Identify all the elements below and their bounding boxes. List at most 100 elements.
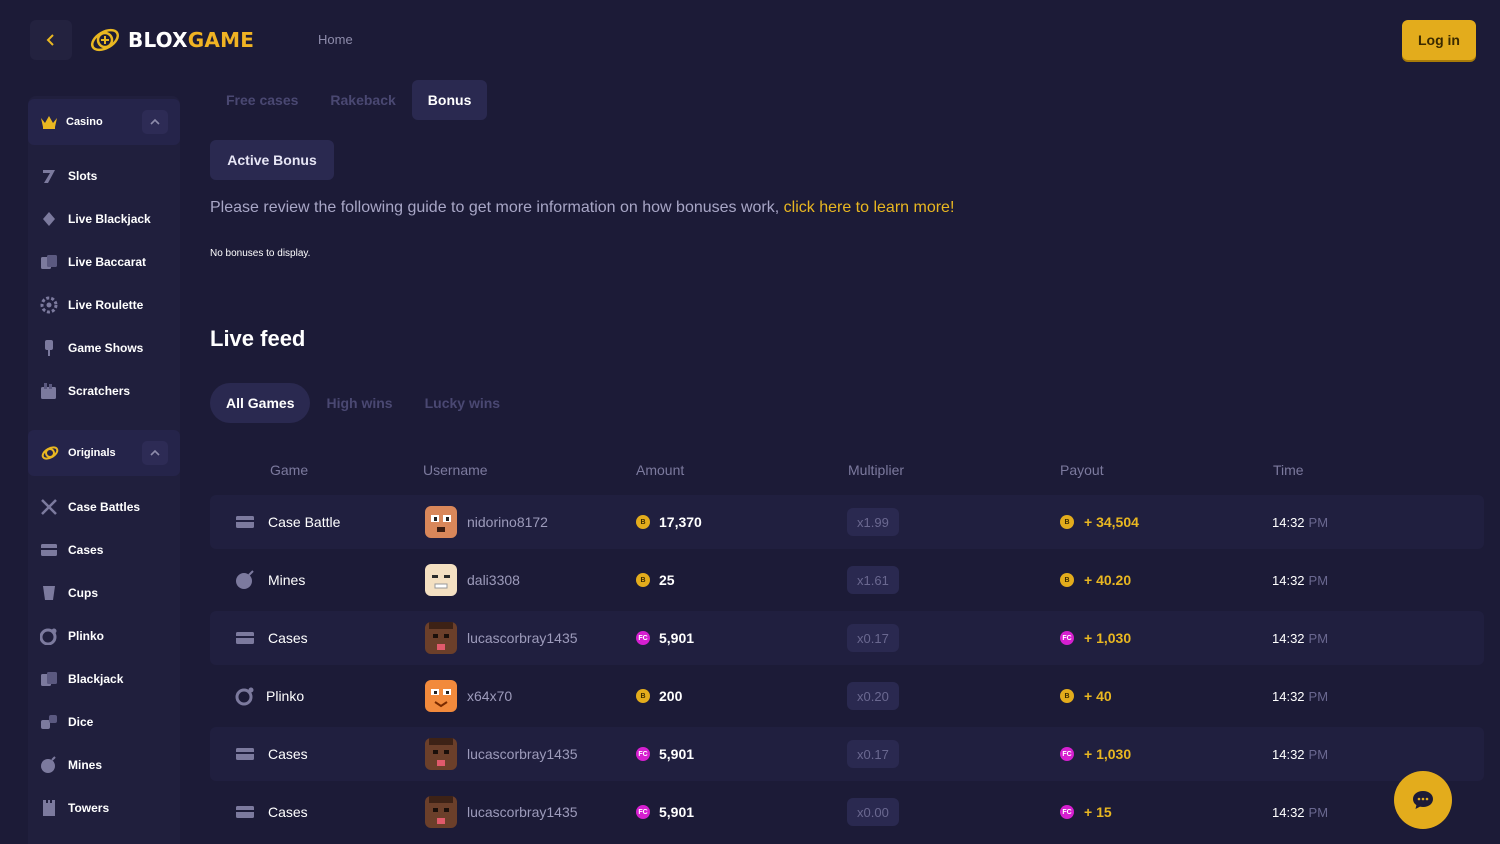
b-coin-icon: B (1060, 573, 1074, 587)
sidebar-item-live-baccarat[interactable]: Live Baccarat (28, 247, 180, 277)
sidebar-item-label: Blackjack (68, 672, 124, 686)
sidebar-group-casino[interactable]: Casino (28, 99, 180, 145)
username[interactable]: lucascorbray1435 (467, 630, 578, 646)
tab-high-wins[interactable]: High wins (310, 383, 408, 423)
tab-lucky-wins[interactable]: Lucky wins (409, 383, 516, 423)
scratch-card-icon (40, 382, 58, 400)
tab-bonus[interactable]: Bonus (411, 80, 488, 120)
sidebar-item-blackjack[interactable]: Blackjack (28, 664, 180, 694)
game-name: Case Battle (268, 514, 341, 530)
column-amount: Amount (636, 462, 685, 478)
multiplier-badge: x0.17 (847, 740, 899, 768)
logo-icon (90, 28, 120, 52)
b-coin-icon: B (636, 515, 650, 529)
table-row[interactable]: Cases lucascorbray1435 FC 5,901 x0.17 FC +… (210, 727, 1484, 781)
time-value: 14:32 (1272, 688, 1305, 704)
fc-coin-icon: FC (636, 631, 650, 645)
table-row[interactable]: Cases lucascorbray1435 FC 5,901 x0.00 FC +… (210, 785, 1484, 839)
sidebar-item-towers[interactable]: Towers (28, 793, 180, 823)
time: 14:32 PM (1272, 805, 1328, 820)
table-row[interactable]: Plinko x64x70 B 200 x0.20 B + 40 14:32 PM (210, 669, 1484, 723)
time: 14:32 PM (1272, 515, 1328, 530)
tab-free-cases[interactable]: Free cases (210, 80, 314, 120)
username[interactable]: nidorino8172 (467, 514, 548, 530)
login-button[interactable]: Log in (1402, 20, 1476, 60)
username[interactable]: lucascorbray1435 (467, 804, 578, 820)
table-row[interactable]: Mines dali3308 B 25 x1.61 B + 40.20 14:32 P… (210, 553, 1484, 607)
multiplier-badge: x0.20 (847, 682, 899, 710)
sidebar-item-label: Live Blackjack (68, 212, 151, 226)
payout: + 40.20 (1084, 572, 1132, 588)
game-name: Cases (268, 746, 308, 762)
sidebar-item-label: Case Battles (68, 500, 141, 514)
sidebar-item-mines[interactable]: Mines (28, 750, 180, 780)
sidebar-item-plinko[interactable]: Plinko (28, 621, 180, 651)
chat-button[interactable] (1394, 771, 1452, 829)
time: 14:32 PM (1272, 747, 1328, 762)
active-bonus-button[interactable]: Active Bonus (210, 140, 334, 180)
avatar (425, 564, 457, 596)
time: 14:32 PM (1272, 631, 1328, 646)
b-coin-icon: B (636, 689, 650, 703)
sidebar-item-cups[interactable]: Cups (28, 578, 180, 608)
chest-icon (234, 801, 256, 823)
sidebar-group-originals[interactable]: Originals (28, 430, 180, 476)
sidebar-item-case-battles[interactable]: Case Battles (28, 492, 180, 522)
fc-coin-icon: FC (636, 805, 650, 819)
sidebar-item-label: Slots (68, 169, 98, 183)
game-name: Cases (268, 804, 308, 820)
avatar (425, 506, 457, 538)
chest-icon (40, 541, 58, 559)
sidebar-item-label: Mines (68, 758, 103, 772)
username[interactable]: dali3308 (467, 572, 520, 588)
seven-icon (40, 167, 58, 185)
sidebar-item-label: Live Roulette (68, 298, 144, 312)
plinko-icon (40, 627, 58, 645)
game-name: Cases (268, 630, 308, 646)
sidebar-item-cases[interactable]: Cases (28, 535, 180, 565)
bloxgame-logo[interactable]: BLOXGAME (88, 22, 254, 58)
chevron-up-icon[interactable] (142, 110, 168, 134)
b-coin-icon: B (1060, 515, 1074, 529)
column-username: Username (423, 462, 488, 478)
username[interactable]: x64x70 (467, 688, 512, 704)
chat-bubble-icon (1413, 791, 1433, 809)
column-time: Time (1273, 462, 1304, 478)
amount: 25 (659, 572, 675, 588)
bomb-icon (234, 569, 256, 591)
time-ampm: PM (1308, 572, 1329, 588)
plinko-icon (234, 685, 256, 707)
sidebar-item-live-blackjack[interactable]: Live Blackjack (28, 204, 180, 234)
sidebar-item-label: Plinko (68, 629, 105, 643)
sidebar-item-dice[interactable]: Dice (28, 707, 180, 737)
sidebar-item-game-shows[interactable]: Game Shows (28, 333, 180, 363)
column-multiplier: Multiplier (848, 462, 905, 478)
amount: 200 (659, 688, 683, 704)
tower-icon (40, 799, 58, 817)
sidebar-group-label: Originals (68, 447, 116, 459)
fc-coin-icon: FC (1060, 747, 1074, 761)
table-row[interactable]: Case Battle nidorino8172 B 17,370 x1.99 B… (210, 495, 1484, 549)
table-row[interactable]: Cases lucascorbray1435 FC 5,901 x0.17 FC +… (210, 611, 1484, 665)
tab-rakeback[interactable]: Rakeback (314, 80, 411, 120)
b-coin-icon: B (636, 573, 650, 587)
game-name: Mines (268, 572, 306, 588)
chest-icon (234, 627, 256, 649)
chevron-left-icon (46, 34, 54, 46)
sidebar-item-slots[interactable]: Slots (28, 161, 180, 191)
sidebar-item-live-roulette[interactable]: Live Roulette (28, 290, 180, 320)
sidebar: Casino Slots Live Blackjack Live Baccara… (28, 96, 180, 844)
tab-all-games[interactable]: All Games (210, 383, 311, 423)
learn-more-link[interactable]: click here to learn more (784, 199, 950, 216)
sidebar-item-label: Towers (68, 801, 110, 815)
back-button[interactable] (30, 20, 72, 60)
nav-home-link[interactable]: Home (318, 32, 353, 47)
username[interactable]: lucascorbray1435 (467, 746, 578, 762)
multiplier-badge: x1.61 (847, 566, 899, 594)
chevron-up-icon[interactable] (142, 441, 168, 465)
sidebar-item-scratchers[interactable]: Scratchers (28, 376, 180, 406)
cup-icon (40, 584, 58, 602)
roulette-icon (40, 296, 58, 314)
avatar (425, 738, 457, 770)
payout: + 15 (1084, 804, 1112, 820)
